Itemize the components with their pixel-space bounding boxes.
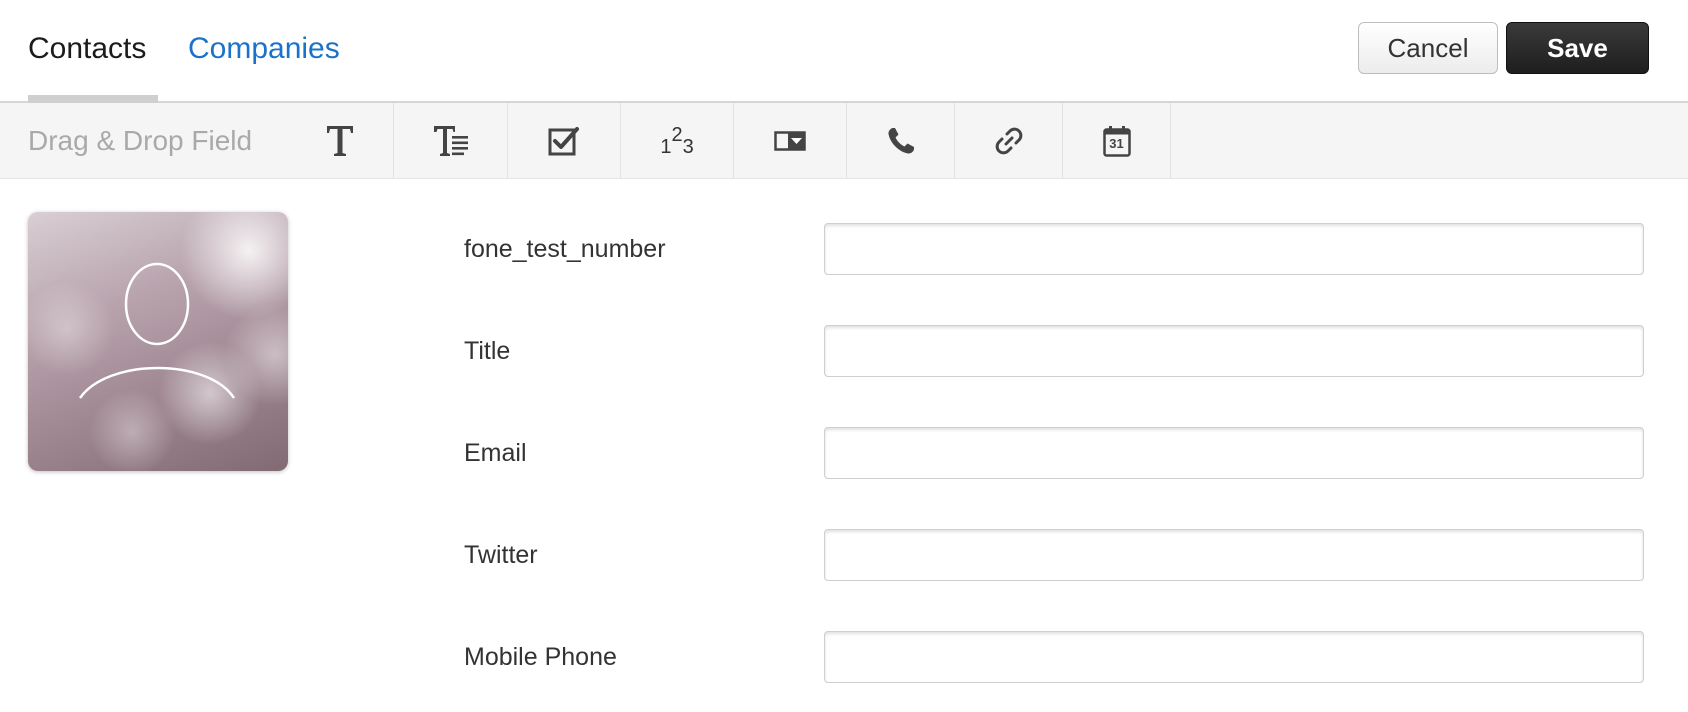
tab-contacts[interactable]: Contacts <box>28 0 158 105</box>
tab-companies[interactable]: Companies <box>188 0 340 103</box>
field-label: Twitter <box>464 541 538 569</box>
form-row-title: Title <box>0 325 1688 377</box>
field-label: Title <box>464 337 511 365</box>
save-button[interactable]: Save <box>1506 22 1649 74</box>
form-row-fone-test-number: fone_test_number <box>0 223 1688 275</box>
cancel-button[interactable]: Cancel <box>1358 22 1498 74</box>
drag-drop-label: Drag & Drop Field <box>28 125 253 156</box>
dropdown-field-icon <box>774 130 806 151</box>
title-input[interactable] <box>824 325 1644 377</box>
date-field-tool[interactable]: 31 <box>1063 103 1171 178</box>
dropdown-field-tool[interactable] <box>734 103 847 178</box>
field-label: Mobile Phone <box>464 643 617 671</box>
form-row-mobile-phone: Mobile Phone <box>0 631 1688 683</box>
header-bar: Contacts Companies Cancel Save <box>0 0 1688 105</box>
paragraph-field-icon <box>433 124 469 158</box>
link-field-tool[interactable] <box>955 103 1063 178</box>
email-input[interactable] <box>824 427 1644 479</box>
number-field-tool[interactable]: 123 <box>621 103 734 178</box>
paragraph-field-tool[interactable] <box>394 103 508 178</box>
form-row-email: Email <box>0 427 1688 479</box>
fone-test-number-input[interactable] <box>824 223 1644 275</box>
text-field-tool[interactable] <box>286 103 394 178</box>
mobile-phone-input[interactable] <box>824 631 1644 683</box>
text-field-icon <box>325 124 355 158</box>
link-field-icon <box>994 126 1024 156</box>
field-label: Email <box>464 439 527 467</box>
number-field-icon: 123 <box>660 123 694 158</box>
field-label: fone_test_number <box>464 235 666 263</box>
field-toolbar: Drag & Drop Field 123 31 <box>0 103 1688 179</box>
form-row-twitter: Twitter <box>0 529 1688 581</box>
checkbox-field-tool[interactable] <box>508 103 621 178</box>
date-icon-number: 31 <box>1109 135 1124 151</box>
phone-field-icon <box>886 126 916 156</box>
checkbox-field-icon <box>547 125 581 157</box>
twitter-input[interactable] <box>824 529 1644 581</box>
date-field-icon: 31 <box>1102 125 1131 157</box>
phone-field-tool[interactable] <box>847 103 955 178</box>
